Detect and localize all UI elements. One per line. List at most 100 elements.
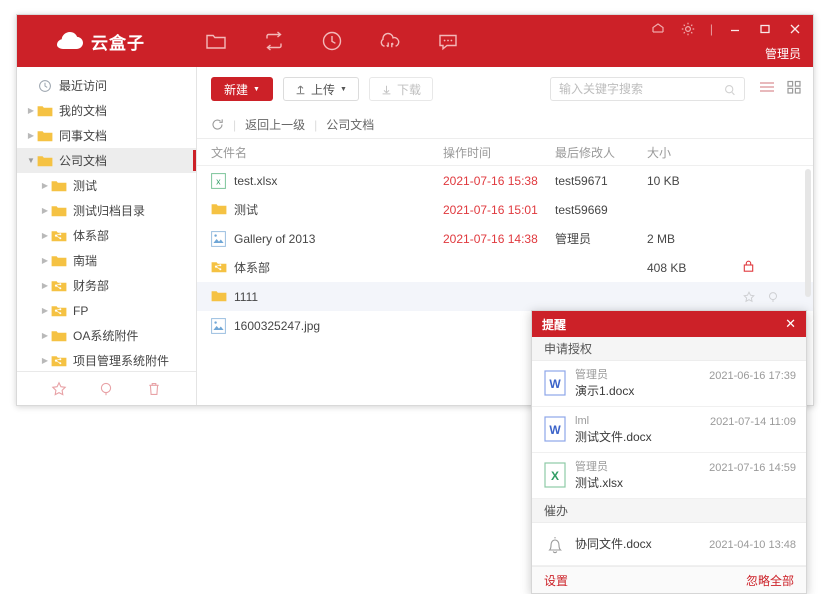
cloud-transfer-icon[interactable]: [379, 30, 401, 52]
new-button[interactable]: 新建 ▼: [211, 77, 273, 101]
sidebar-item-3[interactable]: ▼公司文档: [17, 148, 196, 173]
sidebar-item-0[interactable]: 最近访问: [17, 73, 196, 98]
help-icon[interactable]: [650, 21, 666, 37]
svg-text:x: x: [216, 176, 221, 186]
chevron-right-icon[interactable]: ▶: [39, 231, 51, 240]
popup-item-time: 2021-07-14 11:09: [710, 416, 796, 428]
popup-ignore-all-link[interactable]: 忽略全部: [746, 572, 794, 589]
table-row[interactable]: 体系部408 KB: [197, 253, 813, 282]
file-name-label: 1111: [234, 290, 258, 304]
chevron-down-icon[interactable]: ▼: [25, 156, 37, 165]
list-view-icon[interactable]: [759, 80, 775, 99]
new-button-label: 新建: [224, 81, 248, 98]
column-header-user[interactable]: 最后修改人: [555, 144, 647, 161]
sidebar-item-6[interactable]: ▶体系部: [17, 223, 196, 248]
brand-logo: 云盒子: [57, 29, 145, 54]
popup-list-item[interactable]: 协同文件.docx2021-04-10 13:48: [532, 523, 806, 566]
popup-list-item[interactable]: W管理员演示1.docx2021-06-16 17:39: [532, 361, 806, 407]
sidebar-item-5[interactable]: ▶测试归档目录: [17, 198, 196, 223]
chevron-right-icon[interactable]: ▶: [39, 256, 51, 265]
refresh-icon[interactable]: [211, 118, 224, 131]
popup-item-user: lml: [575, 414, 710, 429]
folder-icon: [37, 154, 53, 168]
popup-section-header: 申请授权: [532, 337, 806, 361]
sidebar-item-2[interactable]: ▶同事文档: [17, 123, 196, 148]
chevron-right-icon[interactable]: ▶: [25, 131, 37, 140]
breadcrumb-current[interactable]: 公司文档: [326, 116, 374, 133]
sidebar-item-1[interactable]: ▶ 我的文档: [17, 98, 196, 123]
tree-spacer: [25, 81, 37, 90]
upload-button[interactable]: 上传 ▼: [283, 77, 359, 101]
file-size-cell: 10 KB: [647, 174, 743, 188]
current-user-label[interactable]: 管理员: [765, 45, 801, 62]
table-row[interactable]: 测试2021-07-16 15:01test59669: [197, 195, 813, 224]
toolbar: 新建 ▼ 上传 ▼ 下载: [197, 67, 813, 111]
sidebar-item-10[interactable]: ▶OA系统附件: [17, 323, 196, 348]
gear-icon[interactable]: [680, 21, 696, 37]
table-row[interactable]: xtest.xlsx2021-07-16 15:38test5967110 KB: [197, 166, 813, 195]
sidebar-item-label: 我的文档: [59, 102, 107, 119]
close-icon[interactable]: ✕: [785, 316, 796, 332]
sidebar-item-8[interactable]: ▶财务部: [17, 273, 196, 298]
image-file-icon: [211, 318, 226, 334]
column-header-size[interactable]: 大小: [647, 144, 743, 161]
chat-icon[interactable]: [437, 30, 459, 52]
search-input[interactable]: [559, 82, 724, 96]
folder-tree: 最近访问▶我的文档▶同事文档▼公司文档▶测试▶测试归档目录▶体系部▶南瑞▶财务部…: [17, 67, 196, 371]
chevron-down-icon: ▼: [253, 86, 260, 93]
folder-icon[interactable]: [205, 30, 227, 52]
star-icon[interactable]: [51, 381, 67, 397]
maximize-icon[interactable]: [757, 21, 773, 37]
file-time-cell: 2021-07-16 15:01: [443, 203, 555, 217]
chevron-right-icon[interactable]: ▶: [25, 106, 37, 115]
shared-folder-icon: [51, 229, 67, 243]
popup-list-item[interactable]: Wlml测试文件.docx2021-07-14 11:09: [532, 407, 806, 453]
column-header-time[interactable]: 操作时间: [443, 144, 555, 161]
column-header-name[interactable]: 文件名: [211, 144, 443, 161]
row-action-icons: [743, 291, 813, 303]
folder-icon: [211, 202, 226, 218]
close-icon[interactable]: [787, 21, 803, 37]
table-row[interactable]: Gallery of 20132021-07-16 14:38管理员2 MB: [197, 224, 813, 253]
lock-icon[interactable]: [743, 261, 754, 275]
sidebar-item-11[interactable]: ▶ 项目管理系统附件: [17, 348, 196, 371]
folder-icon: [211, 289, 226, 305]
download-button[interactable]: 下载: [369, 77, 433, 101]
clock-icon[interactable]: [321, 30, 343, 52]
popup-item-file: 测试文件.docx: [575, 429, 710, 445]
tag-icon[interactable]: [767, 291, 779, 303]
minimize-icon[interactable]: [727, 21, 743, 37]
chevron-right-icon[interactable]: ▶: [39, 356, 51, 365]
chevron-right-icon[interactable]: ▶: [39, 331, 51, 340]
grid-view-icon[interactable]: [787, 80, 801, 99]
chevron-right-icon[interactable]: ▶: [39, 306, 51, 315]
popup-item-user: 管理员: [575, 460, 709, 475]
sidebar-item-label: 项目管理系统附件: [73, 352, 169, 369]
sidebar-item-7[interactable]: ▶ 南瑞: [17, 248, 196, 273]
trash-icon[interactable]: [146, 381, 162, 397]
popup-item-file: 演示1.docx: [575, 383, 709, 399]
sync-icon[interactable]: [263, 30, 285, 52]
vertical-scrollbar[interactable]: [805, 169, 811, 297]
tag-icon[interactable]: [98, 381, 114, 397]
file-name-label: 1600325247.jpg: [234, 319, 320, 333]
sidebar-item-4[interactable]: ▶测试: [17, 173, 196, 198]
svg-text:W: W: [549, 423, 561, 437]
breadcrumb-back[interactable]: 返回上一级: [245, 116, 305, 133]
popup-item-time: 2021-06-16 17:39: [709, 370, 796, 382]
popup-settings-link[interactable]: 设置: [544, 572, 568, 589]
table-row[interactable]: 1111: [197, 282, 813, 311]
star-icon[interactable]: [743, 291, 755, 303]
app-window: 云盒子 |: [16, 14, 814, 406]
chevron-right-icon[interactable]: ▶: [39, 181, 51, 190]
popup-list-item[interactable]: X管理员测试.xlsx2021-07-16 14:59: [532, 453, 806, 499]
search-box[interactable]: [550, 77, 745, 101]
search-icon[interactable]: [724, 83, 736, 95]
title-bar: 云盒子 |: [17, 15, 813, 67]
sidebar-item-label: 南瑞: [73, 252, 97, 269]
sidebar-item-9[interactable]: ▶FP: [17, 298, 196, 323]
upload-button-label: 上传: [311, 81, 335, 98]
chevron-right-icon[interactable]: ▶: [39, 206, 51, 215]
shared-folder-icon: [51, 304, 67, 318]
chevron-right-icon[interactable]: ▶: [39, 281, 51, 290]
